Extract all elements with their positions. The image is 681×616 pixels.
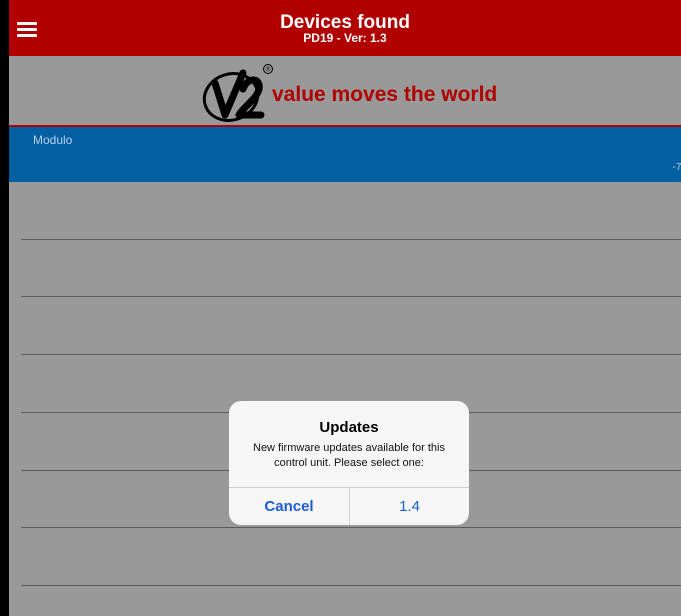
device-list-item[interactable]: Modulo -73	[9, 127, 681, 182]
update-alert-dialog: Updates New firmware updates available f…	[229, 401, 469, 525]
nav-header: Devices found PD19 - Ver: 1.3	[9, 0, 681, 56]
page-title: Devices found	[280, 12, 410, 33]
list-separator	[21, 354, 681, 355]
left-bezel	[0, 0, 9, 616]
brand-slogan: value moves the world	[272, 83, 498, 106]
dialog-title: Updates	[319, 419, 379, 436]
dialog-message: New firmware updates available for this …	[253, 442, 445, 469]
registered-mark: ®	[265, 66, 271, 74]
list-separator	[21, 527, 681, 528]
firmware-version-button[interactable]: 1.4	[350, 488, 469, 525]
app-screen: Devices found PD19 - Ver: 1.3 ® value mo…	[0, 0, 681, 616]
list-separator	[21, 239, 681, 240]
device-name: Modulo	[33, 133, 73, 147]
page-subtitle: PD19 - Ver: 1.3	[303, 31, 387, 45]
list-separator	[21, 296, 681, 297]
device-list	[9, 182, 681, 616]
device-signal-strength: -73	[672, 162, 681, 173]
list-separator	[21, 585, 681, 586]
cancel-button[interactable]: Cancel	[229, 488, 349, 525]
v2-logo-icon: ®	[202, 64, 273, 122]
brand-banner: ® value moves the world	[9, 56, 681, 127]
